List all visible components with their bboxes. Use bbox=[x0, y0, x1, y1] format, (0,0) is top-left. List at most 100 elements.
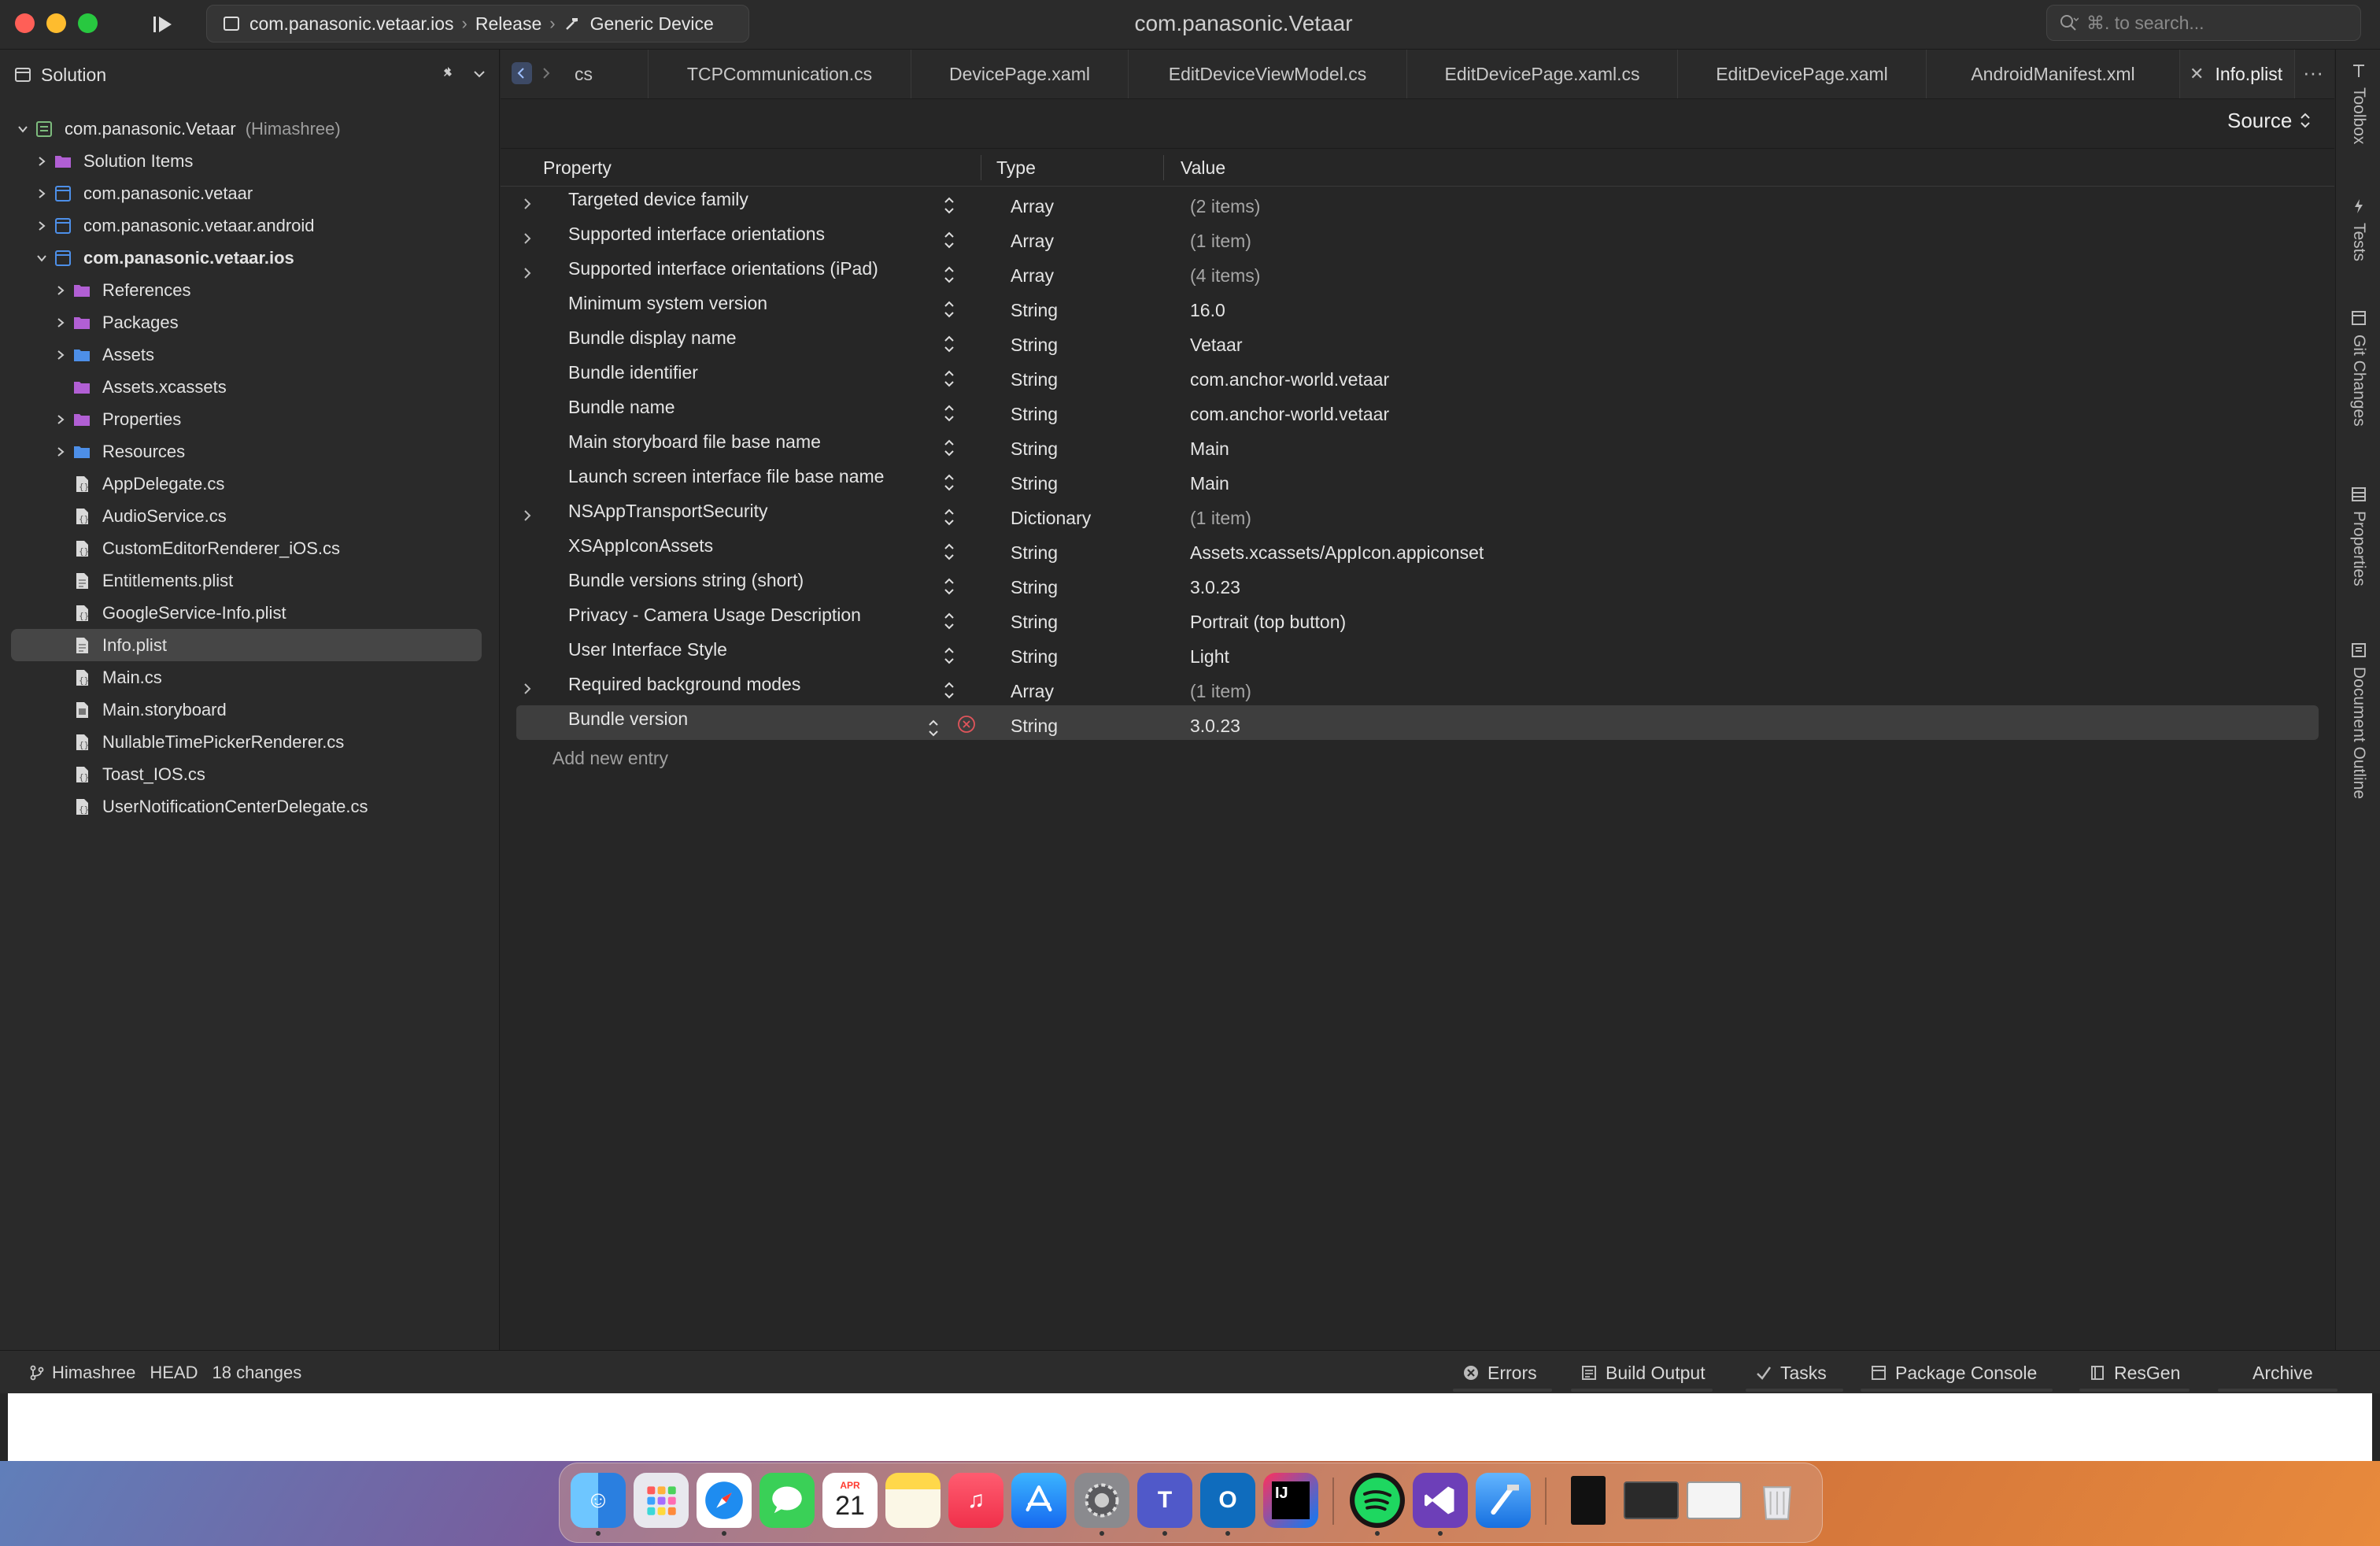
chevron-right-icon[interactable] bbox=[52, 282, 69, 299]
chevron-right-icon[interactable] bbox=[52, 411, 69, 428]
git-changes-pad-button[interactable]: Git Changes bbox=[2341, 309, 2377, 427]
plist-row[interactable]: Bundle name String com.anchor-world.vetaar bbox=[501, 394, 2334, 428]
value-type[interactable]: String bbox=[1011, 369, 1058, 390]
property-name[interactable]: NSAppTransportSecurity bbox=[568, 501, 768, 522]
chevron-down-icon[interactable] bbox=[33, 250, 50, 267]
resgen-pad-button[interactable]: ResGen bbox=[2082, 1357, 2186, 1389]
teams-icon[interactable]: T bbox=[1137, 1473, 1192, 1528]
search-input[interactable]: ⌘. to search... bbox=[2046, 5, 2361, 41]
value-type[interactable]: String bbox=[1011, 577, 1058, 598]
tab-editdevicepage-xaml[interactable]: EditDevicePage.xaml bbox=[1678, 50, 1927, 98]
plist-row[interactable]: Targeted device family Array (2 items) bbox=[501, 186, 2334, 220]
value-type[interactable]: String bbox=[1011, 612, 1058, 633]
property-value[interactable]: (2 items) bbox=[1190, 196, 1260, 217]
tree-item-resources[interactable]: Resources bbox=[0, 435, 499, 468]
tree-item-appdelegate-cs[interactable]: {} AppDelegate.cs bbox=[0, 468, 499, 500]
property-column-header[interactable]: Property bbox=[543, 157, 612, 179]
value-type[interactable]: Array bbox=[1011, 265, 1054, 287]
tree-item-assets-xcassets[interactable]: Assets.xcassets bbox=[0, 371, 499, 403]
breadcrumb-configuration[interactable]: Release bbox=[475, 13, 541, 35]
tab-devicepage[interactable]: DevicePage.xaml bbox=[911, 50, 1129, 98]
property-name[interactable]: Required background modes bbox=[568, 674, 800, 695]
launchpad-icon[interactable] bbox=[634, 1473, 689, 1528]
plist-row[interactable]: Bundle version String 3.0.23 bbox=[516, 705, 2319, 740]
xcode-icon[interactable] bbox=[1476, 1473, 1531, 1528]
property-name[interactable]: Supported interface orientations (iPad) bbox=[568, 258, 878, 279]
package-console-pad-button[interactable]: Package Console bbox=[1864, 1357, 2043, 1389]
chevron-right-icon[interactable] bbox=[519, 264, 535, 280]
calendar-icon[interactable]: APR 21 bbox=[822, 1473, 878, 1528]
chevron-right-icon[interactable] bbox=[33, 217, 50, 235]
plist-row[interactable]: XSAppIconAssets String Assets.xcassets/App… bbox=[501, 532, 2334, 567]
value-type[interactable]: Array bbox=[1011, 196, 1054, 217]
key-selector-stepper-icon[interactable] bbox=[943, 368, 955, 389]
plist-row[interactable]: NSAppTransportSecurity Dictionary (1 item) bbox=[501, 497, 2334, 532]
property-value[interactable]: Portrait (top button) bbox=[1190, 612, 1346, 633]
property-name[interactable]: Bundle name bbox=[568, 397, 675, 418]
tasks-pad-button[interactable]: Tasks bbox=[1749, 1357, 1833, 1389]
value-type[interactable]: String bbox=[1011, 716, 1058, 737]
safari-icon[interactable] bbox=[697, 1473, 752, 1528]
key-selector-stepper-icon[interactable] bbox=[943, 472, 955, 493]
property-name[interactable]: Bundle versions string (short) bbox=[568, 570, 804, 591]
property-name[interactable]: XSAppIconAssets bbox=[568, 535, 713, 557]
breadcrumb-device[interactable]: Generic Device bbox=[590, 13, 714, 35]
property-value[interactable]: Main bbox=[1190, 473, 1229, 494]
value-type[interactable]: String bbox=[1011, 438, 1058, 460]
property-value[interactable]: 3.0.23 bbox=[1190, 716, 1240, 737]
chevron-right-icon[interactable] bbox=[52, 314, 69, 331]
tab-scroll-left-button[interactable] bbox=[512, 62, 532, 84]
property-value[interactable]: 16.0 bbox=[1190, 300, 1225, 321]
plist-row[interactable]: Bundle identifier String com.anchor-world.… bbox=[501, 359, 2334, 394]
configuration-breadcrumb[interactable]: com.panasonic.vetaar.ios › Release › Gen… bbox=[206, 5, 749, 43]
plist-row[interactable]: Launch screen interface file base name St… bbox=[501, 463, 2334, 497]
close-window-button[interactable] bbox=[15, 13, 35, 33]
chevron-right-icon[interactable] bbox=[519, 230, 535, 246]
tree-item-assets[interactable]: Assets bbox=[0, 338, 499, 371]
tab-info-plist[interactable]: ✕ Info.plist bbox=[2180, 50, 2295, 98]
type-column-header[interactable]: Type bbox=[996, 157, 1036, 179]
key-selector-stepper-icon[interactable] bbox=[943, 334, 955, 354]
visual-studio-icon[interactable] bbox=[1413, 1473, 1468, 1528]
value-type[interactable]: Dictionary bbox=[1011, 508, 1091, 529]
tree-item-main-cs[interactable]: {} Main.cs bbox=[0, 661, 499, 693]
plist-row[interactable]: Required background modes Array (1 item) bbox=[501, 671, 2334, 705]
tree-item-usernotificationcenterdelegate-cs[interactable]: {} UserNotificationCenterDelegate.cs bbox=[0, 790, 499, 823]
tab-editdevicepage-cs[interactable]: EditDevicePage.xaml.cs bbox=[1407, 50, 1678, 98]
plist-row[interactable]: Bundle display name String Vetaar bbox=[501, 324, 2334, 359]
tests-pad-button[interactable]: Tests bbox=[2341, 198, 2377, 261]
value-type[interactable]: Array bbox=[1011, 231, 1054, 252]
intellij-icon[interactable]: IJ bbox=[1263, 1473, 1318, 1528]
notes-icon[interactable] bbox=[885, 1473, 941, 1528]
tree-item-main-storyboard[interactable]: Main.storyboard bbox=[0, 693, 499, 726]
chevron-down-icon[interactable] bbox=[14, 120, 31, 138]
value-type[interactable]: String bbox=[1011, 300, 1058, 321]
chevron-down-icon[interactable] bbox=[472, 67, 486, 81]
property-name[interactable]: Bundle version bbox=[568, 708, 688, 730]
tree-item-customeditorrenderer-ios-cs[interactable]: {} CustomEditorRenderer_iOS.cs bbox=[0, 532, 499, 564]
key-selector-stepper-icon[interactable] bbox=[943, 403, 955, 423]
property-name[interactable]: Launch screen interface file base name bbox=[568, 466, 884, 487]
chevron-right-icon[interactable] bbox=[33, 185, 50, 202]
git-status[interactable]: Himashree HEAD 18 changes bbox=[28, 1363, 316, 1383]
property-name[interactable]: Targeted device family bbox=[568, 189, 748, 210]
tree-item-com-panasonic-vetaar-ios[interactable]: com.panasonic.vetaar.ios bbox=[0, 242, 499, 274]
preview-icon[interactable] bbox=[1687, 1473, 1742, 1528]
pin-icon[interactable] bbox=[441, 65, 455, 80]
tree-item-googleservice-info-plist[interactable]: {} GoogleService-Info.plist bbox=[0, 597, 499, 629]
key-selector-stepper-icon[interactable] bbox=[943, 507, 955, 527]
trash-icon[interactable] bbox=[1750, 1473, 1805, 1528]
tree-item-packages[interactable]: Packages bbox=[0, 306, 499, 338]
tree-item-toast-ios-cs[interactable]: {} Toast_IOS.cs bbox=[0, 758, 499, 790]
value-type[interactable]: String bbox=[1011, 646, 1058, 668]
tree-item-solution-items[interactable]: Solution Items bbox=[0, 145, 499, 177]
property-name[interactable]: Privacy - Camera Usage Description bbox=[568, 605, 861, 626]
property-value[interactable]: Light bbox=[1190, 646, 1229, 668]
plist-row[interactable]: Bundle versions string (short) String 3.0.… bbox=[501, 567, 2334, 601]
app-store-icon[interactable] bbox=[1011, 1473, 1066, 1528]
value-type[interactable]: String bbox=[1011, 404, 1058, 425]
property-value[interactable]: Main bbox=[1190, 438, 1229, 460]
key-selector-stepper-icon[interactable] bbox=[927, 718, 940, 738]
property-name[interactable]: Supported interface orientations bbox=[568, 224, 825, 245]
archive-pad-button[interactable]: Archive bbox=[2246, 1357, 2319, 1389]
